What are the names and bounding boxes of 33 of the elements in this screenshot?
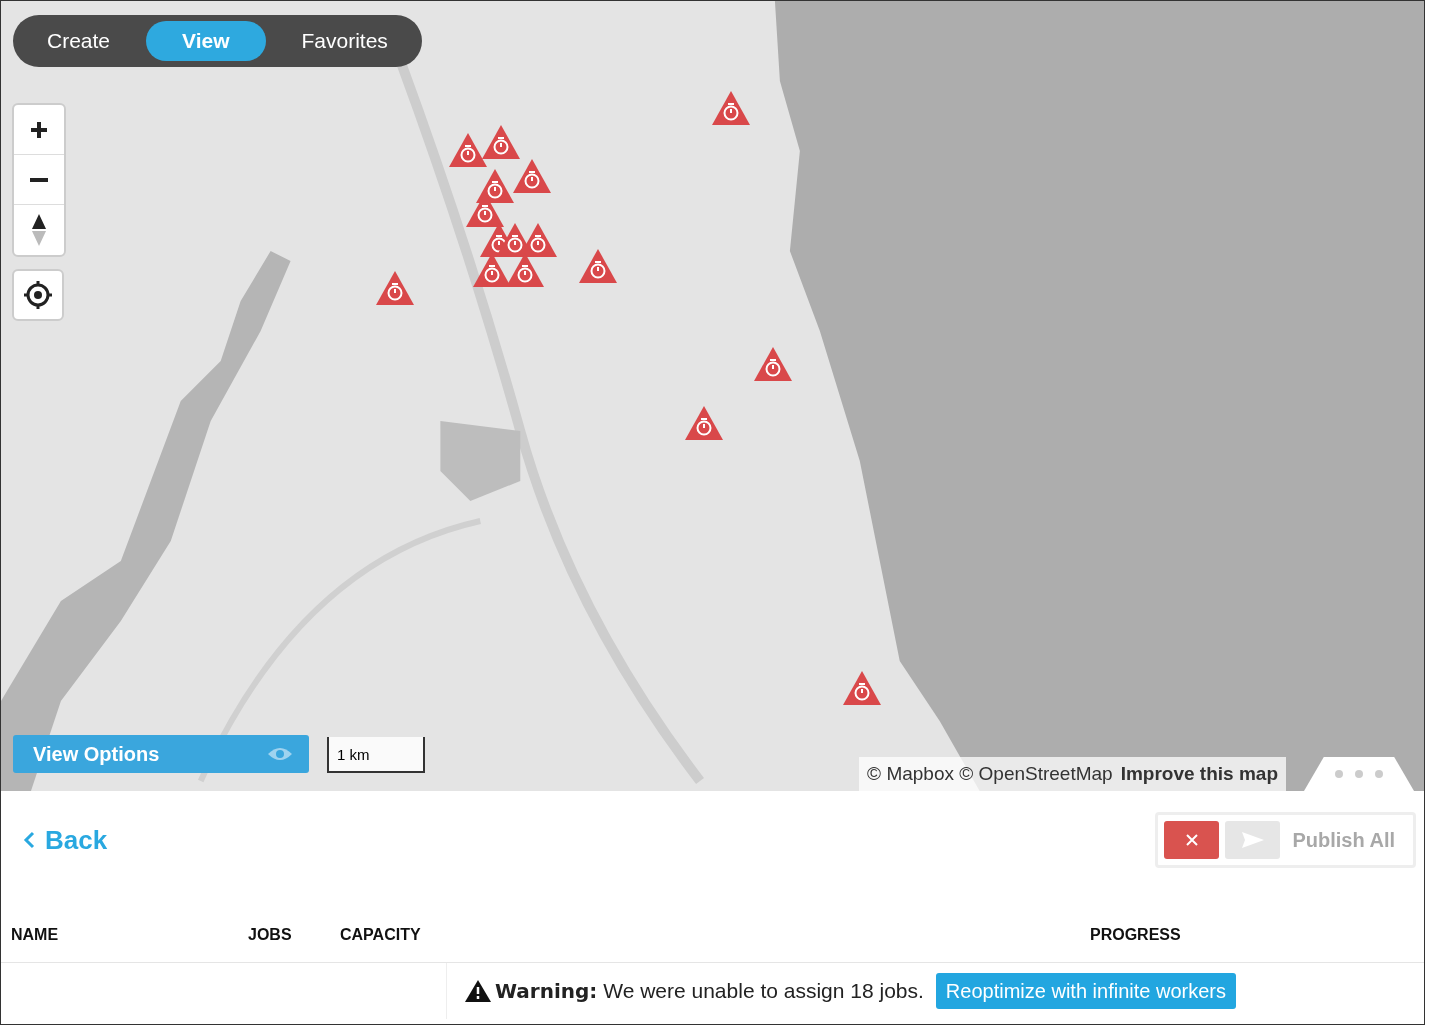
column-header: PROGRESS bbox=[1090, 926, 1182, 944]
column-header: JOBS bbox=[248, 926, 293, 944]
improve-map-link[interactable]: Improve this map bbox=[1120, 763, 1278, 785]
crosshair-icon bbox=[23, 280, 53, 310]
marker-cluster-drawing[interactable] bbox=[449, 125, 557, 287]
stopwatch-marker-icon[interactable] bbox=[843, 671, 881, 705]
attribution-text: © Mapbox © OpenStreetMap bbox=[867, 763, 1113, 785]
warning-message: Warning: We were unable to assign 18 jobs. bbox=[495, 979, 924, 1003]
stopwatch-marker-icon[interactable] bbox=[685, 406, 723, 440]
minus-icon bbox=[30, 177, 48, 182]
close-icon bbox=[1184, 833, 1199, 847]
send-icon bbox=[1241, 832, 1264, 848]
stopwatch-marker-icon[interactable] bbox=[376, 271, 414, 305]
stopwatch-marker-icon[interactable] bbox=[712, 91, 750, 125]
stopwatch-marker-icon[interactable] bbox=[579, 249, 617, 283]
reoptimize-button[interactable]: Reoptimize with infinite workers bbox=[935, 973, 1236, 1009]
mode-tab[interactable]: Create bbox=[19, 21, 139, 61]
column-header: CAPACITY bbox=[340, 926, 422, 944]
scale-bar: 1 km bbox=[327, 737, 425, 773]
view-options-button[interactable]: View Options bbox=[13, 735, 309, 773]
cancel-button[interactable] bbox=[1164, 821, 1220, 859]
back-link[interactable]: Back bbox=[23, 824, 108, 856]
mode-tab[interactable]: View bbox=[146, 21, 266, 61]
chevron-left-icon bbox=[23, 831, 35, 849]
warning-icon bbox=[465, 980, 491, 1002]
stopwatch-marker-icon[interactable] bbox=[754, 347, 792, 381]
plus-icon bbox=[29, 119, 49, 140]
column-header: NAME bbox=[11, 926, 60, 944]
dots-icon bbox=[1334, 769, 1384, 779]
eye-icon bbox=[267, 746, 293, 762]
mode-tab[interactable]: Favorites bbox=[273, 21, 416, 61]
locate-button[interactable] bbox=[12, 269, 64, 321]
compass-icon bbox=[32, 214, 46, 246]
